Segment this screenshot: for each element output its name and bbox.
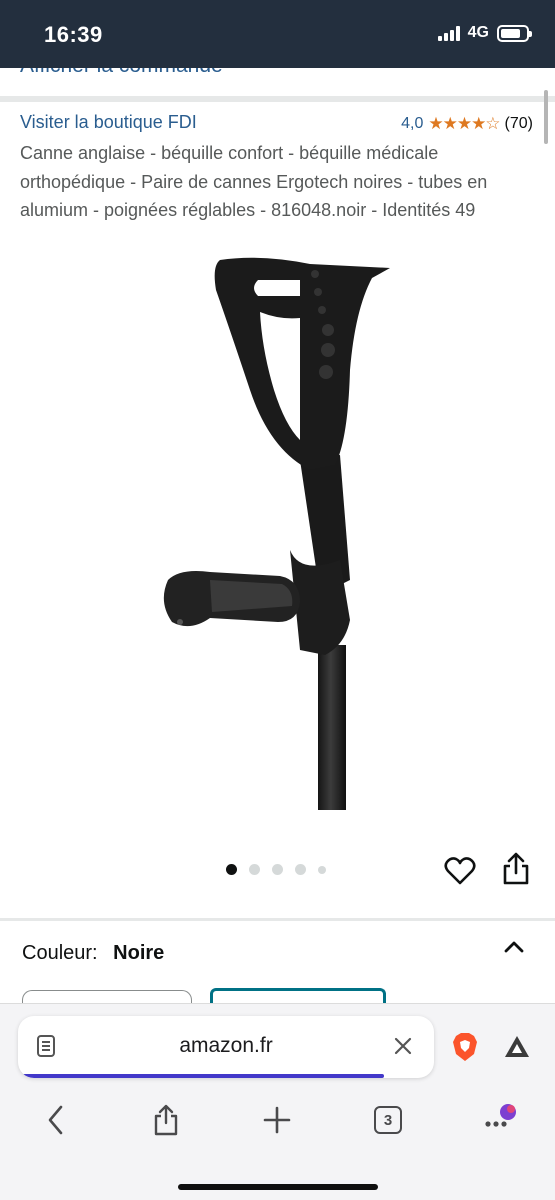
share-button[interactable] — [146, 1100, 186, 1140]
section-divider — [0, 918, 555, 921]
carousel-dot-5[interactable] — [318, 865, 326, 874]
show-order-link[interactable]: Afficher la commande — [0, 68, 555, 96]
more-icon — [485, 1104, 516, 1127]
carousel-dot-2[interactable] — [249, 864, 260, 875]
color-selector-header[interactable]: Couleur: Noire — [22, 942, 164, 965]
tabs-button[interactable]: 3 — [368, 1100, 408, 1140]
heart-icon[interactable] — [444, 856, 476, 886]
color-value: Noire — [113, 942, 165, 964]
visit-store-link[interactable]: Visiter la boutique FDI — [20, 112, 197, 133]
brave-shield-icon[interactable] — [452, 1032, 478, 1062]
star-rating-icon: ★★★★☆ — [428, 114, 500, 133]
tab-count: 3 — [374, 1106, 402, 1134]
address-bar[interactable]: amazon.fr — [18, 1016, 434, 1078]
back-button[interactable] — [36, 1100, 76, 1140]
rewards-triangle-icon[interactable] — [503, 1034, 531, 1060]
close-icon[interactable] — [394, 1037, 412, 1055]
network-type: 4G — [467, 24, 489, 41]
status-time: 16:39 — [44, 22, 103, 47]
carousel-dot-1[interactable] — [226, 864, 237, 875]
url-text[interactable]: amazon.fr — [18, 1034, 434, 1058]
color-label: Couleur: — [22, 942, 98, 964]
carousel-dot-4[interactable] — [295, 864, 306, 875]
share-icon[interactable] — [502, 852, 530, 886]
page-load-progress — [18, 1074, 434, 1078]
home-indicator — [178, 1184, 378, 1190]
section-divider — [0, 96, 555, 102]
chevron-left-icon — [48, 1105, 63, 1135]
status-indicators: 4G — [437, 24, 532, 42]
battery-icon — [497, 24, 532, 42]
chevron-up-icon[interactable] — [503, 940, 525, 954]
browser-toolbar: amazon.fr 3 — [0, 1003, 555, 1200]
status-bar: 16:39 4G — [0, 0, 555, 68]
rating-count: (70) — [504, 115, 533, 132]
rating-summary[interactable]: 4,0 ★★★★☆ (70) — [401, 114, 533, 134]
menu-button[interactable] — [478, 1100, 518, 1140]
plus-icon — [263, 1106, 291, 1134]
rating-value: 4,0 — [401, 115, 424, 132]
carousel-dot-3[interactable] — [272, 864, 283, 875]
new-tab-button[interactable] — [257, 1100, 297, 1140]
product-title: Canne anglaise - béquille confort - béqu… — [20, 143, 488, 220]
product-image[interactable] — [150, 250, 410, 820]
image-carousel-dots[interactable] — [226, 864, 326, 875]
share-icon — [154, 1104, 178, 1136]
cellular-signal-icon — [437, 25, 460, 41]
scrollbar[interactable] — [544, 90, 548, 144]
browser-nav-toolbar: 3 — [0, 1100, 555, 1144]
